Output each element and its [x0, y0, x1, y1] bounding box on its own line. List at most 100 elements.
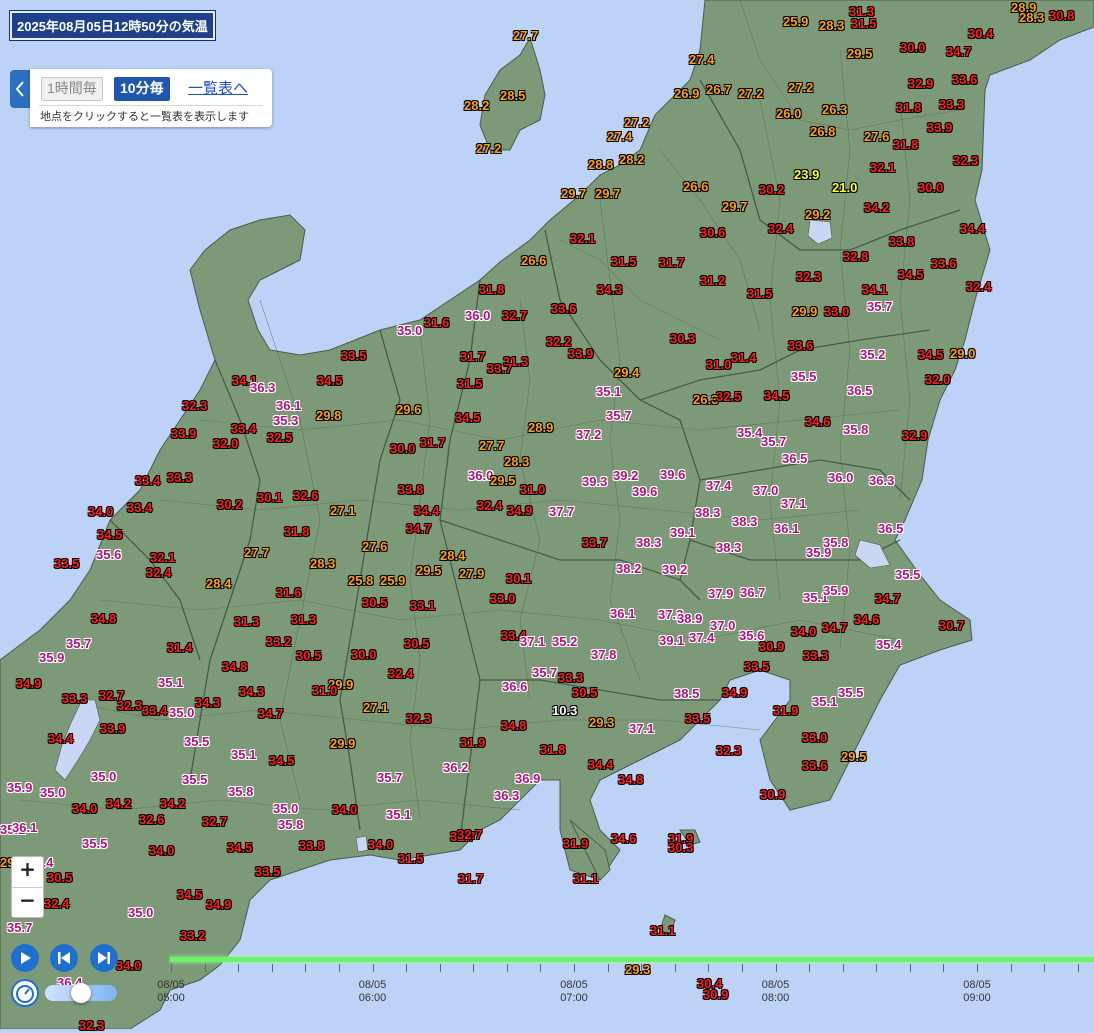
temperature-station-label[interactable]: 31.5 [747, 286, 772, 301]
temperature-station-label[interactable]: 33.6 [931, 256, 956, 271]
temperature-station-label[interactable]: 32.6 [139, 812, 164, 827]
temperature-station-label[interactable]: 36.1 [12, 820, 37, 835]
temperature-station-label[interactable]: 28.3 [819, 18, 844, 33]
temperature-station-label[interactable]: 25.9 [783, 14, 808, 29]
temperature-station-label[interactable]: 28.4 [440, 548, 465, 563]
temperature-station-label[interactable]: 29.6 [396, 402, 421, 417]
temperature-station-label[interactable]: 26.6 [683, 179, 708, 194]
temperature-station-label[interactable]: 32.5 [716, 389, 741, 404]
temperature-station-label[interactable]: 34.2 [864, 200, 889, 215]
temperature-station-label[interactable]: 29.3 [589, 715, 614, 730]
temperature-station-label[interactable]: 32.5 [267, 430, 292, 445]
temperature-station-label[interactable]: 36.0 [828, 470, 853, 485]
temperature-station-label[interactable]: 36.5 [782, 451, 807, 466]
temperature-station-label[interactable]: 29.2 [805, 207, 830, 222]
temperature-station-label[interactable]: 34.0 [149, 843, 174, 858]
temperature-station-label[interactable]: 33.2 [180, 928, 205, 943]
temperature-station-label[interactable]: 34.2 [106, 796, 131, 811]
temperature-station-label[interactable]: 30.5 [362, 595, 387, 610]
temperature-station-label[interactable]: 32.4 [146, 565, 171, 580]
temperature-station-label[interactable]: 32.3 [182, 398, 207, 413]
temperature-station-label[interactable]: 32.7 [202, 814, 227, 829]
temperature-station-label[interactable]: 27.7 [244, 545, 269, 560]
temperature-station-label[interactable]: 28.3 [504, 454, 529, 469]
temperature-station-label[interactable]: 29.9 [330, 736, 355, 751]
temperature-station-label[interactable]: 33.0 [490, 591, 515, 606]
temperature-station-label[interactable]: 33.9 [100, 721, 125, 736]
temperature-station-label[interactable]: 36.1 [276, 398, 301, 413]
temperature-station-label[interactable]: 33.5 [685, 711, 710, 726]
temperature-station-label[interactable]: 35.0 [273, 801, 298, 816]
temperature-station-label[interactable]: 33.3 [939, 97, 964, 112]
temperature-station-label[interactable]: 31.8 [893, 137, 918, 152]
temperature-station-label[interactable]: 33.2 [266, 634, 291, 649]
temperature-station-label[interactable]: 31.5 [457, 376, 482, 391]
temperature-station-label[interactable]: 33.7 [487, 361, 512, 376]
timeline-progress[interactable] [170, 957, 1094, 962]
temperature-station-label[interactable]: 31.0 [312, 683, 337, 698]
temperature-station-label[interactable]: 21.0 [832, 180, 857, 195]
temperature-station-label[interactable]: 35.7 [532, 665, 557, 680]
temperature-station-label[interactable]: 31.0 [706, 357, 731, 372]
temperature-station-label[interactable]: 39.6 [632, 484, 657, 499]
temperature-map[interactable] [0, 0, 1094, 1029]
temperature-station-label[interactable]: 35.2 [860, 347, 885, 362]
temperature-station-label[interactable]: 32.4 [966, 279, 991, 294]
temperature-station-label[interactable]: 31.5 [851, 16, 876, 31]
temperature-station-label[interactable]: 32.6 [293, 488, 318, 503]
temperature-station-label[interactable]: 34.7 [258, 706, 283, 721]
temperature-station-label[interactable]: 27.2 [738, 86, 763, 101]
temperature-station-label[interactable]: 36.6 [502, 679, 527, 694]
temperature-station-label[interactable]: 35.0 [128, 905, 153, 920]
temperature-station-label[interactable]: 30.2 [217, 497, 242, 512]
temperature-station-label[interactable]: 28.2 [464, 98, 489, 113]
temperature-station-label[interactable]: 31.5 [611, 254, 636, 269]
temperature-station-label[interactable]: 29.7 [595, 186, 620, 201]
temperature-station-label[interactable]: 31.7 [460, 349, 485, 364]
temperature-station-label[interactable]: 30.0 [900, 40, 925, 55]
temperature-station-label[interactable]: 29.5 [841, 749, 866, 764]
tab-hourly[interactable]: 1時間毎 [41, 77, 103, 101]
temperature-station-label[interactable]: 34.0 [368, 837, 393, 852]
temperature-station-label[interactable]: 29.5 [847, 46, 872, 61]
temperature-station-label[interactable]: 34.5 [97, 527, 122, 542]
temperature-station-label[interactable]: 35.9 [806, 545, 831, 560]
temperature-station-label[interactable]: 35.3 [273, 413, 298, 428]
temperature-station-label[interactable]: 28.8 [588, 157, 613, 172]
timeline-label[interactable]: 08/05 07:00 [549, 979, 599, 1005]
temperature-station-label[interactable]: 36.9 [515, 771, 540, 786]
temperature-station-label[interactable]: 35.4 [876, 637, 901, 652]
temperature-station-label[interactable]: 37.9 [708, 586, 733, 601]
temperature-station-label[interactable]: 30.0 [918, 180, 943, 195]
temperature-station-label[interactable]: 34.3 [195, 695, 220, 710]
temperature-station-label[interactable]: 32.1 [150, 550, 175, 565]
temperature-station-label[interactable]: 30.1 [257, 490, 282, 505]
temperature-station-label[interactable]: 37.2 [576, 427, 601, 442]
temperature-station-label[interactable]: 37.4 [689, 630, 714, 645]
temperature-station-label[interactable]: 33.4 [142, 703, 167, 718]
temperature-station-label[interactable]: 34.5 [317, 373, 342, 388]
temperature-station-label[interactable]: 37.4 [706, 478, 731, 493]
temperature-station-label[interactable]: 29.9 [792, 304, 817, 319]
temperature-station-label[interactable]: 33.9 [927, 120, 952, 135]
temperature-station-label[interactable]: 36.2 [443, 760, 468, 775]
temperature-station-label[interactable]: 30.4 [968, 26, 993, 41]
temperature-station-label[interactable]: 34.3 [239, 684, 264, 699]
timeline-label[interactable]: 08/05 06:00 [348, 979, 398, 1005]
temperature-station-label[interactable]: 29.4 [614, 365, 639, 380]
temperature-station-label[interactable]: 31.7 [420, 435, 445, 450]
temperature-station-label[interactable]: 37.0 [753, 483, 778, 498]
temperature-station-label[interactable]: 30.1 [506, 571, 531, 586]
step-back-button[interactable] [50, 944, 78, 972]
temperature-station-label[interactable]: 35.9 [823, 583, 848, 598]
temperature-station-label[interactable]: 33.6 [788, 338, 813, 353]
temperature-station-label[interactable]: 37.1 [629, 721, 654, 736]
temperature-station-label[interactable]: 39.2 [613, 468, 638, 483]
speed-slider[interactable] [45, 983, 117, 1003]
temperature-station-label[interactable]: 32.0 [925, 372, 950, 387]
temperature-station-label[interactable]: 31.9 [460, 735, 485, 750]
temperature-station-label[interactable]: 27.4 [607, 129, 632, 144]
temperature-station-label[interactable]: 33.6 [551, 301, 576, 316]
temperature-station-label[interactable]: 32.9 [902, 428, 927, 443]
temperature-station-label[interactable]: 32.1 [870, 160, 895, 175]
